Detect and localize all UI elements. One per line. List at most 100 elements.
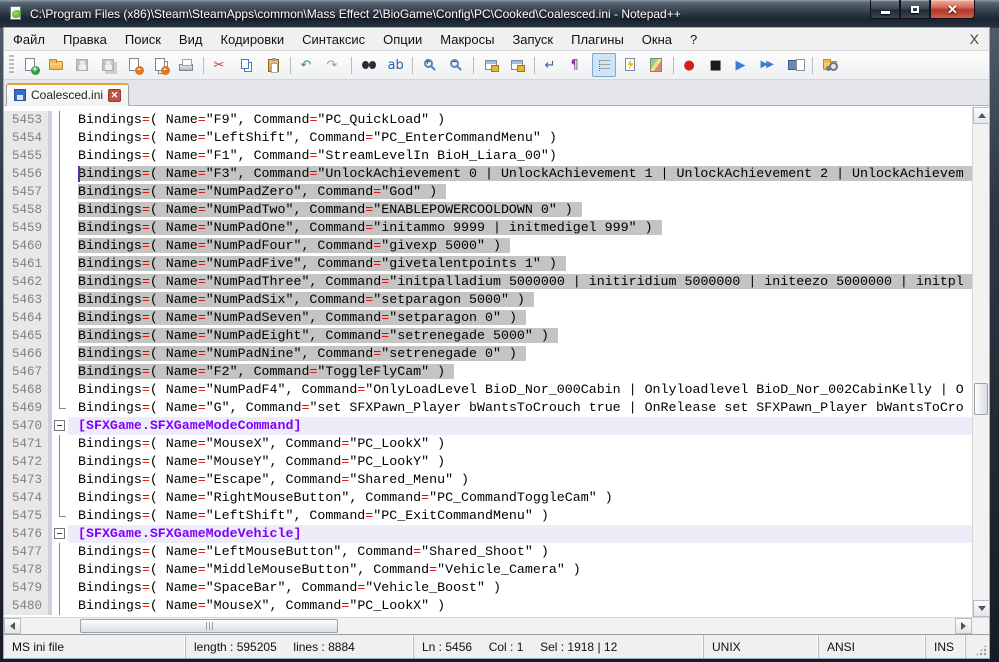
title-bar[interactable]: C:\Program Files (x86)\Steam\SteamApps\c… bbox=[0, 0, 999, 28]
minimize-button[interactable] bbox=[870, 0, 900, 19]
redo-button[interactable]: ↷ bbox=[322, 53, 346, 77]
line-number[interactable]: 5465 bbox=[4, 327, 48, 345]
scroll-right-button[interactable] bbox=[955, 618, 972, 634]
resize-grip[interactable] bbox=[966, 635, 989, 658]
editor-line[interactable]: 5480 Bindings=( Name="MouseX", Command="P… bbox=[4, 597, 972, 615]
user-defined-dialog-button[interactable] bbox=[618, 53, 642, 77]
editor-line[interactable]: 5461 Bindings=( Name="NumPadFive", Comman… bbox=[4, 255, 972, 273]
editor-line[interactable]: 5462 Bindings=( Name="NumPadThree", Comma… bbox=[4, 273, 972, 291]
line-number[interactable]: 5478 bbox=[4, 561, 48, 579]
line-number[interactable]: 5463 bbox=[4, 291, 48, 309]
editor-line[interactable]: 5475 Bindings=( Name="LeftShift", Command… bbox=[4, 507, 972, 525]
line-number[interactable]: 5471 bbox=[4, 435, 48, 453]
menu-item-8[interactable]: Макросы bbox=[431, 30, 503, 49]
menu-item-11[interactable]: Окна bbox=[633, 30, 681, 49]
new-file-button[interactable]: + bbox=[18, 53, 42, 77]
find-button[interactable] bbox=[357, 53, 381, 77]
cut-button[interactable]: ✂ bbox=[209, 53, 233, 77]
editor-line[interactable]: 5466 Bindings=( Name="NumPadNine", Comman… bbox=[4, 345, 972, 363]
line-number[interactable]: 5461 bbox=[4, 255, 48, 273]
line-number[interactable]: 5472 bbox=[4, 453, 48, 471]
line-number[interactable]: 5453 bbox=[4, 111, 48, 129]
code-text[interactable]: [SFXGame.SFXGameModeCommand] bbox=[68, 417, 972, 435]
horizontal-scrollbar-thumb[interactable] bbox=[80, 619, 338, 633]
scroll-down-button[interactable] bbox=[973, 600, 990, 617]
run-macro-multiple-button[interactable]: ▶▶ bbox=[757, 53, 781, 77]
line-number[interactable]: 5467 bbox=[4, 363, 48, 381]
menu-item-12[interactable]: ? bbox=[681, 30, 706, 49]
line-number[interactable]: 5458 bbox=[4, 201, 48, 219]
menu-item-10[interactable]: Плагины bbox=[562, 30, 633, 49]
code-text[interactable]: Bindings=( Name="NumPadFour", Command="g… bbox=[68, 237, 972, 255]
code-text[interactable]: Bindings=( Name="MouseX", Command="PC_Lo… bbox=[68, 597, 972, 615]
editor-line[interactable]: 5456 Bindings=( Name="F3", Command="Unloc… bbox=[4, 165, 972, 183]
sync-vertical-scroll-button[interactable] bbox=[479, 53, 503, 77]
scroll-up-button[interactable] bbox=[973, 107, 990, 124]
code-text[interactable]: Bindings=( Name="MouseY", Command="PC_Lo… bbox=[68, 453, 972, 471]
editor-line[interactable]: 5477 Bindings=( Name="LeftMouseButton", C… bbox=[4, 543, 972, 561]
fold-collapse-icon[interactable] bbox=[54, 528, 65, 539]
save-macro-button[interactable] bbox=[783, 53, 807, 77]
menu-item-7[interactable]: Опции bbox=[374, 30, 431, 49]
code-text[interactable]: Bindings=( Name="MouseX", Command="PC_Lo… bbox=[68, 435, 972, 453]
code-text[interactable]: Bindings=( Name="NumPadEight", Command="… bbox=[68, 327, 972, 345]
editor-line[interactable]: 5474 Bindings=( Name="RightMouseButton", … bbox=[4, 489, 972, 507]
line-number[interactable]: 5455 bbox=[4, 147, 48, 165]
menu-item-4[interactable]: Вид bbox=[170, 30, 212, 49]
code-text[interactable]: Bindings=( Name="LeftShift", Command="PC… bbox=[68, 129, 972, 147]
maximize-button[interactable] bbox=[900, 0, 930, 19]
code-text[interactable]: Bindings=( Name="NumPadFive", Command="g… bbox=[68, 255, 972, 273]
line-number[interactable]: 5480 bbox=[4, 597, 48, 615]
open-file-button[interactable] bbox=[44, 53, 68, 77]
editor-line[interactable]: 5467 Bindings=( Name="F2", Command="Toggl… bbox=[4, 363, 972, 381]
code-text[interactable]: Bindings=( Name="NumPadSix", Command="se… bbox=[68, 291, 972, 309]
horizontal-scrollbar[interactable] bbox=[4, 618, 972, 634]
code-text[interactable]: Bindings=( Name="NumPadF4", Command="Onl… bbox=[68, 381, 972, 399]
line-number[interactable]: 5469 bbox=[4, 399, 48, 417]
editor-line[interactable]: 5460 Bindings=( Name="NumPadFour", Comman… bbox=[4, 237, 972, 255]
document-map-button[interactable] bbox=[644, 53, 668, 77]
code-text[interactable]: Bindings=( Name="NumPadThree", Command="… bbox=[68, 273, 972, 291]
code-text[interactable]: Bindings=( Name="F1", Command="StreamLev… bbox=[68, 147, 972, 165]
line-number[interactable]: 5476 bbox=[4, 525, 48, 543]
show-indent-guide-button[interactable] bbox=[592, 53, 616, 77]
line-number[interactable]: 5457 bbox=[4, 183, 48, 201]
editor-line[interactable]: 5473 Bindings=( Name="Escape", Command="S… bbox=[4, 471, 972, 489]
paste-button[interactable] bbox=[261, 53, 285, 77]
line-number[interactable]: 5459 bbox=[4, 219, 48, 237]
fold-margin[interactable] bbox=[52, 525, 68, 543]
code-text[interactable]: Bindings=( Name="NumPadTwo", Command="EN… bbox=[68, 201, 972, 219]
zoom-out-button[interactable]: − bbox=[444, 53, 468, 77]
editor-line[interactable]: 5464 Bindings=( Name="NumPadSeven", Comma… bbox=[4, 309, 972, 327]
editor-line[interactable]: 5471 Bindings=( Name="MouseX", Command="P… bbox=[4, 435, 972, 453]
fold-margin[interactable] bbox=[52, 417, 68, 435]
editor-line[interactable]: 5458 Bindings=( Name="NumPadTwo", Command… bbox=[4, 201, 972, 219]
editor-line[interactable]: 5472 Bindings=( Name="MouseY", Command="P… bbox=[4, 453, 972, 471]
menubar-close-document-button[interactable]: X bbox=[960, 31, 989, 47]
line-number[interactable]: 5462 bbox=[4, 273, 48, 291]
line-number[interactable]: 5466 bbox=[4, 345, 48, 363]
code-text[interactable]: Bindings=( Name="F9", Command="PC_QuickL… bbox=[68, 111, 972, 129]
vertical-scrollbar-thumb[interactable] bbox=[974, 383, 988, 415]
editor-line[interactable]: 5470 [SFXGame.SFXGameModeCommand] bbox=[4, 417, 972, 435]
toolbar-grip[interactable] bbox=[9, 55, 14, 75]
line-number[interactable]: 5477 bbox=[4, 543, 48, 561]
scroll-left-button[interactable] bbox=[4, 618, 21, 634]
code-text[interactable]: Bindings=( Name="SpaceBar", Command="Veh… bbox=[68, 579, 972, 597]
vertical-scrollbar[interactable] bbox=[972, 107, 990, 617]
code-text[interactable]: Bindings=( Name="NumPadZero", Command="G… bbox=[68, 183, 972, 201]
code-text[interactable]: Bindings=( Name="F3", Command="UnlockAch… bbox=[68, 165, 972, 183]
code-text[interactable]: Bindings=( Name="LeftShift", Command="PC… bbox=[68, 507, 972, 525]
editor-line[interactable]: 5468 Bindings=( Name="NumPadF4", Command=… bbox=[4, 381, 972, 399]
line-number[interactable]: 5479 bbox=[4, 579, 48, 597]
menu-item-2[interactable]: Правка bbox=[54, 30, 116, 49]
line-number[interactable]: 5454 bbox=[4, 129, 48, 147]
playback-macro-button[interactable]: ▶ bbox=[731, 53, 755, 77]
word-wrap-button[interactable]: ↵ bbox=[540, 53, 564, 77]
menu-item-3[interactable]: Поиск bbox=[116, 30, 170, 49]
line-number[interactable]: 5470 bbox=[4, 417, 48, 435]
code-text[interactable]: Bindings=( Name="Escape", Command="Share… bbox=[68, 471, 972, 489]
zoom-in-button[interactable]: + bbox=[418, 53, 442, 77]
line-number[interactable]: 5464 bbox=[4, 309, 48, 327]
fold-collapse-icon[interactable] bbox=[54, 420, 65, 431]
